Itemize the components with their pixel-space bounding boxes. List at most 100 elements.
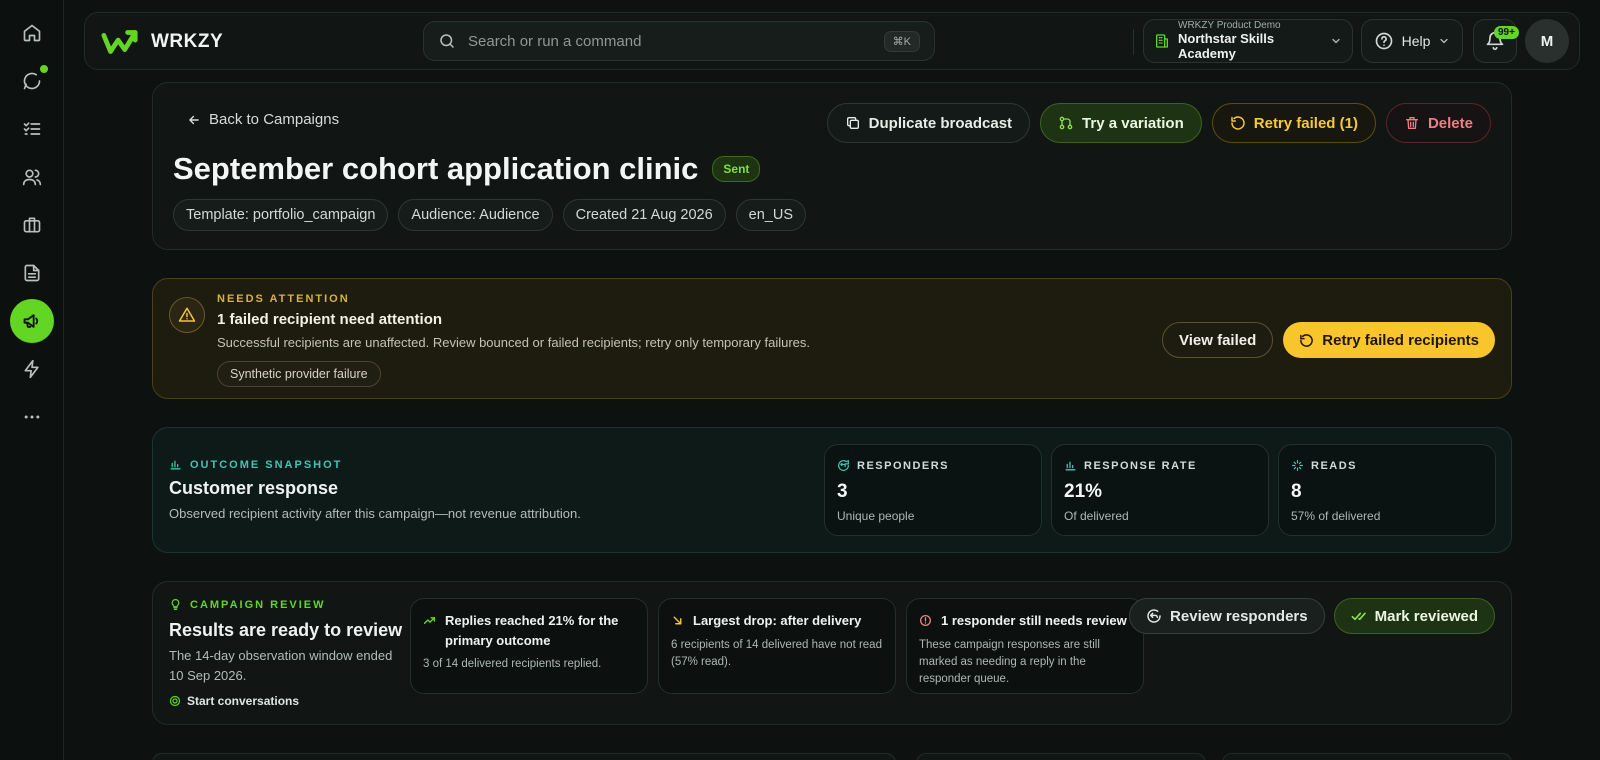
audience-chip: Audience: Audience [398, 199, 553, 231]
stat-label: RESPONSE RATE [1084, 459, 1197, 472]
sidebar-item-campaigns[interactable] [10, 299, 54, 343]
lightbulb-icon [171, 599, 180, 610]
outcome-eyebrow-label: OUTCOME SNAPSHOT [190, 458, 343, 471]
trending-up-icon [423, 617, 436, 624]
home-icon [23, 24, 41, 42]
page-title: September cohort application clinic [173, 151, 699, 186]
insight-card-drop: Largest drop: after delivery 6 recipient… [658, 598, 896, 694]
attention-description: Successful recipients are unaffected. Re… [217, 335, 810, 350]
retry-icon [1300, 333, 1314, 347]
insight-title: 1 responder still needs review [941, 613, 1127, 628]
sidebar-item-documents[interactable] [10, 251, 54, 295]
campaign-meta-chips: Template: portfolio_campaign Audience: A… [173, 199, 807, 231]
duplicate-broadcast-button[interactable]: Duplicate broadcast [826, 103, 1031, 143]
sparkle-icon [1292, 460, 1303, 471]
search-bar[interactable]: Search or run a command ⌘K [423, 21, 935, 61]
building-icon [1156, 34, 1168, 48]
review-responders-button[interactable]: Review responders [1129, 598, 1325, 634]
more-icon [24, 415, 40, 419]
brand-logo-icon [101, 30, 138, 54]
notifications-button[interactable]: 99+ [1473, 19, 1519, 63]
bar-chart-icon [170, 460, 181, 470]
sidebar-item-home[interactable] [10, 11, 54, 55]
unread-dot [40, 65, 48, 73]
users-icon [22, 169, 42, 186]
stat-label: RESPONDERS [857, 459, 950, 472]
template-chip: Template: portfolio_campaign [173, 199, 389, 231]
campaign-review-panel: CAMPAIGN REVIEW Results are ready to rev… [152, 581, 1512, 725]
warning-badge [169, 297, 205, 333]
attention-eyebrow: NEEDS ATTENTION [217, 293, 350, 305]
try-variation-button[interactable]: Try a variation [1040, 103, 1202, 143]
stat-response-rate: RESPONSE RATE 21% Of delivered [1051, 444, 1269, 536]
review-title: Results are ready to review [169, 620, 403, 640]
target-icon [169, 695, 181, 707]
retry-failed-recipients-button[interactable]: Retry failed recipients [1283, 322, 1495, 358]
variation-label: Try a variation [1082, 114, 1184, 132]
outcome-eyebrow: OUTCOME SNAPSHOT [169, 458, 342, 471]
notification-count-badge: 99+ [1494, 26, 1519, 39]
mark-reviewed-button[interactable]: Mark reviewed [1333, 598, 1495, 634]
search-input[interactable]: Search or run a command [468, 33, 872, 50]
retry-failed-button[interactable]: Retry failed (1) [1211, 103, 1376, 143]
insight-card-replies: Replies reached 21% for the primary outc… [410, 598, 648, 694]
sidebar-item-contacts[interactable] [10, 155, 54, 199]
campaign-actions: Duplicate broadcast Try a variation Retr… [826, 103, 1491, 143]
delete-button[interactable]: Delete [1385, 103, 1491, 143]
review-eyebrow-label: CAMPAIGN REVIEW [190, 598, 326, 611]
insight-body: 3 of 14 delivered recipients replied. [423, 658, 602, 670]
status-badge: Sent [712, 156, 761, 182]
outcome-title: Customer response [169, 478, 339, 498]
help-button[interactable]: Help [1361, 19, 1463, 63]
insight-body: These campaign responses are still marke… [919, 638, 1100, 686]
brand[interactable]: WRKZY [101, 27, 223, 57]
insight-title: Largest drop: after delivery [693, 613, 862, 628]
sidebar-item-tasks[interactable] [10, 107, 54, 151]
next-section-panel [1222, 753, 1512, 760]
created-chip: Created 21 Aug 2026 [562, 199, 726, 231]
mark-reviewed-label: Mark reviewed [1374, 607, 1478, 625]
stat-reads: READS 8 57% of delivered [1278, 444, 1496, 536]
reply-bubble-icon [838, 460, 849, 471]
workspace-name: Northstar Skills Academy [1178, 30, 1275, 61]
start-conversations-link[interactable]: Start conversations [169, 694, 299, 708]
stat-value: 21% [1064, 481, 1103, 502]
next-section-panel [152, 753, 896, 760]
start-conversations-label: Start conversations [187, 694, 300, 708]
sidebar-item-more[interactable] [10, 395, 54, 439]
branch-icon [1059, 116, 1073, 130]
view-failed-button[interactable]: View failed [1162, 322, 1274, 358]
duplicate-label: Duplicate broadcast [868, 114, 1013, 132]
chat-icon [23, 72, 41, 90]
sidebar-item-automations[interactable] [10, 347, 54, 391]
shortcut-hint: ⌘K [883, 30, 920, 52]
megaphone-icon [23, 314, 39, 328]
user-avatar[interactable]: M [1525, 19, 1569, 63]
warning-triangle-icon [178, 307, 196, 322]
locale-chip: en_US [735, 199, 807, 231]
retry-icon [1231, 116, 1245, 130]
retry-recipients-label: Retry failed recipients [1322, 331, 1479, 349]
stat-label: READS [1311, 459, 1358, 472]
alert-circle-icon [919, 614, 932, 627]
divider [1133, 29, 1134, 55]
document-icon [24, 264, 40, 282]
attention-title: 1 failed recipient need attention [217, 311, 443, 328]
review-eyebrow: CAMPAIGN REVIEW [169, 598, 326, 611]
arrow-down-right-icon [673, 616, 682, 625]
stat-value: 8 [1291, 481, 1302, 502]
briefcase-icon [23, 217, 41, 233]
workspace-switcher[interactable]: WRKZY Product Demo Northstar Skills Acad… [1143, 19, 1353, 63]
double-check-icon [1351, 612, 1366, 621]
needs-attention-panel: NEEDS ATTENTION 1 failed recipient need … [152, 278, 1512, 399]
stat-sub: Unique people [837, 509, 915, 523]
search-icon [440, 34, 454, 48]
bar-chart-icon [1065, 461, 1076, 471]
insight-card-responder: 1 responder still needs review These cam… [906, 598, 1144, 694]
sidebar-item-chat[interactable] [10, 59, 54, 103]
trash-icon [1405, 117, 1418, 129]
insight-body: 6 recipients of 14 delivered have not re… [671, 638, 882, 668]
sidebar-item-jobs[interactable] [10, 203, 54, 247]
back-to-campaigns-link[interactable]: Back to Campaigns [187, 111, 339, 128]
retry-label: Retry failed (1) [1253, 114, 1358, 132]
